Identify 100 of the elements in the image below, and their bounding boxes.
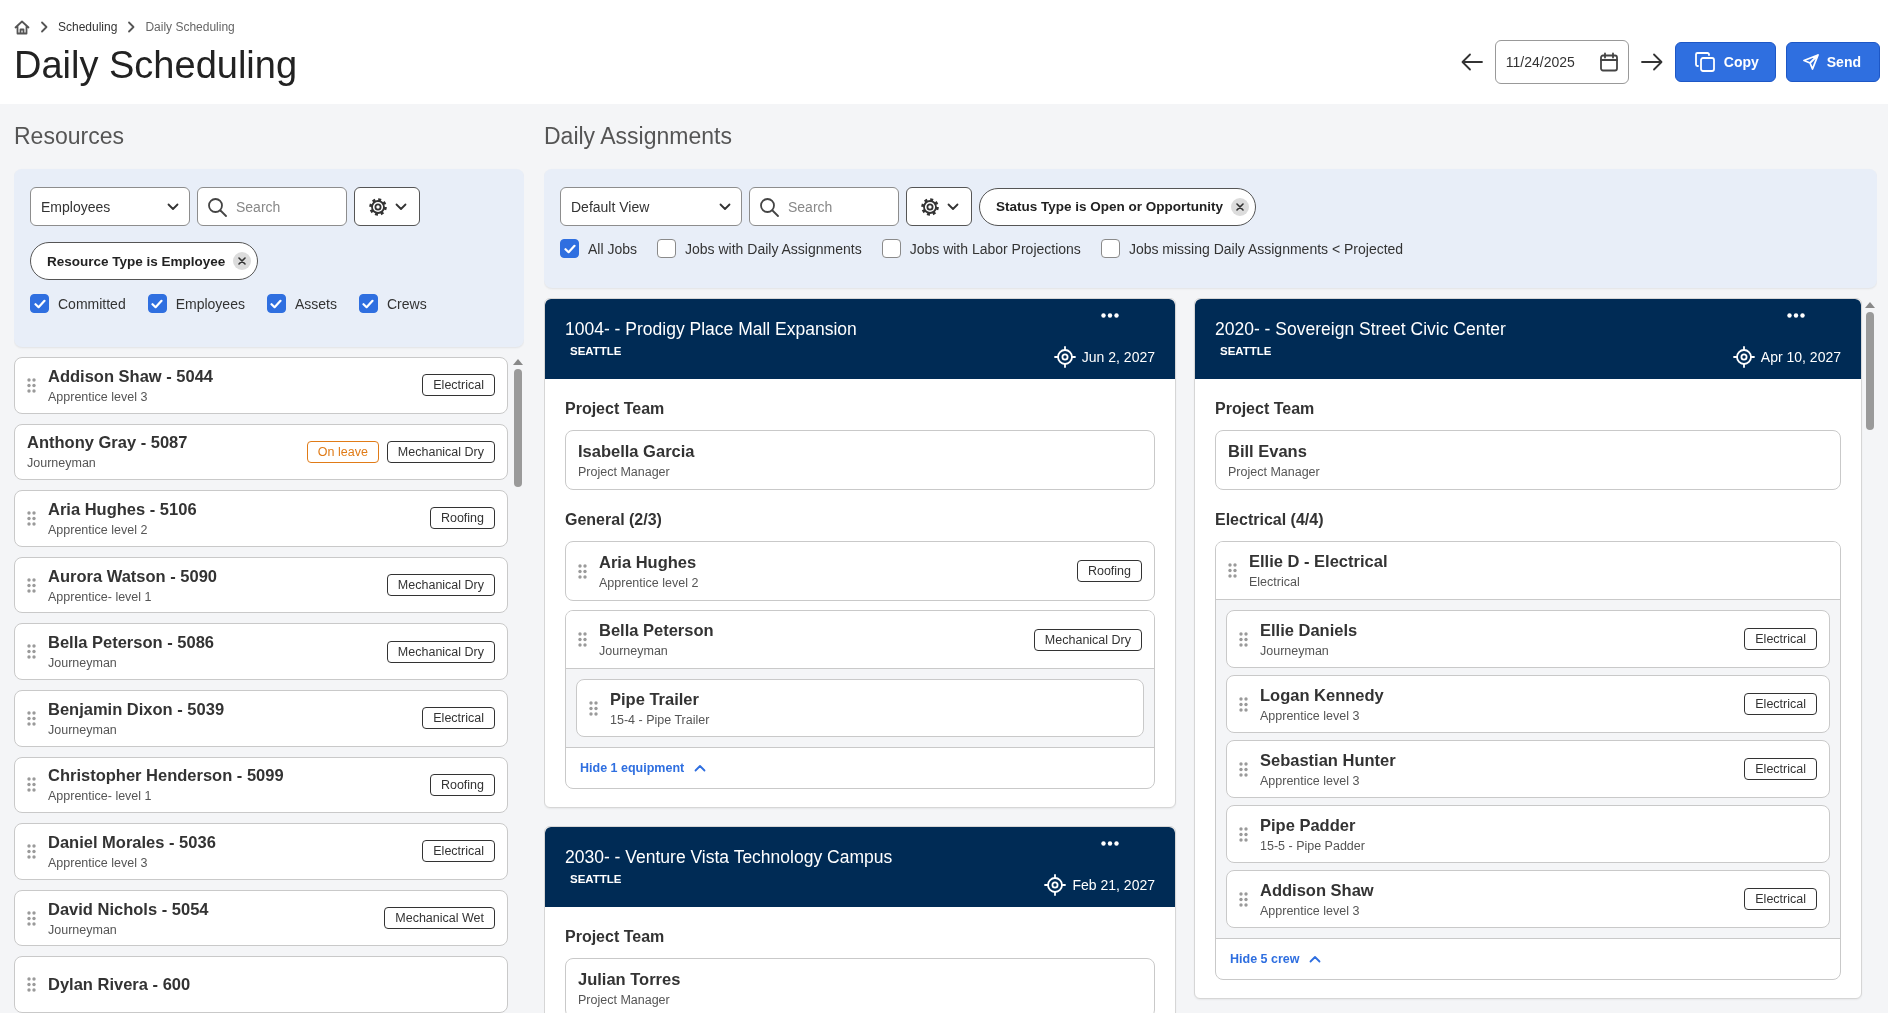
breadcrumb-link[interactable]: Scheduling [58, 20, 118, 34]
drag-handle-icon [27, 710, 36, 726]
person-name: Aria Hughes [599, 552, 698, 572]
chevron-right-icon [127, 21, 136, 33]
drag-handle-icon [578, 632, 587, 647]
caret-down-icon [167, 202, 179, 211]
assignment-card[interactable]: Logan Kennedy Apprentice level 3 Electrical [1226, 675, 1830, 733]
person-name: Bill Evans [1228, 441, 1308, 461]
checkbox-label: Jobs missing Daily Assignments < Projected [1128, 240, 1404, 257]
assignment-card[interactable]: Sebastian Hunter Apprentice level 3 Electrical [1226, 740, 1830, 798]
checkbox[interactable] [147, 294, 167, 313]
person-name: Addison Shaw - 5044 [48, 366, 215, 386]
check-icon [151, 298, 164, 309]
job-title: 2030- - Venture Vista Technology Campus [565, 847, 893, 868]
checkbox-label: Crews [386, 295, 427, 312]
assignment-card[interactable]: Aria Hughes Apprentice level 2 Roofing [565, 541, 1155, 601]
trade-tag: Roofing [429, 773, 495, 796]
search-field[interactable]: Search [197, 187, 347, 226]
person-name: Anthony Gray - 5087 [27, 433, 189, 453]
section-title: Project Team [565, 400, 666, 418]
person-role: Apprentice level 3 [48, 389, 149, 404]
arrow-right-icon [1640, 52, 1663, 71]
resource-card[interactable]: Aurora Watson - 5090 Apprentice- level 1 Mechanical Dry [14, 556, 508, 614]
person-name: Ellie Daniels [1260, 620, 1359, 640]
copy-button[interactable]: Copy [1674, 41, 1776, 82]
resource-card[interactable]: Aria Hughes - 5106 Apprentice level 2 Roofing [14, 490, 508, 547]
checkbox[interactable] [1100, 239, 1120, 258]
resource-card[interactable]: Benjamin Dixon - 5039 Journeyman Electrical [14, 689, 508, 747]
assignment-card[interactable]: Pipe Trailer 15-4 - Pipe Trailer [576, 679, 1144, 737]
resource-card[interactable]: David Nichols - 5054 Journeyman Mechanical Wet [14, 889, 508, 947]
assignment-card[interactable]: Pipe Padder 15-5 - Pipe Padder [1226, 805, 1830, 863]
toggle-link[interactable]: Hide 5 crew [1230, 952, 1322, 966]
trade-tag: Electrical [422, 840, 495, 863]
checkbox-label: All Jobs [588, 240, 638, 257]
search-field[interactable]: Search [749, 187, 899, 226]
trade-tag: Roofing [429, 507, 495, 530]
job-date: Jun 2, 2027 [1081, 349, 1155, 365]
resource-card[interactable]: Christopher Henderson - 5099 Apprentice- level 1 Roofing [14, 756, 508, 814]
person-name: Addison Shaw [1260, 880, 1375, 900]
check-icon [270, 298, 283, 309]
drag-handle-icon [27, 977, 36, 993]
trade-tag: Electrical [422, 707, 495, 730]
person-role: Journeyman [48, 722, 118, 737]
filter-chip-label: Status Type is Open or Opportunity [996, 199, 1223, 214]
toggle-link[interactable]: Hide 1 equipment [580, 761, 707, 775]
person-name: Aurora Watson - 5090 [48, 566, 218, 586]
resource-card[interactable]: Daniel Morales - 5036 Apprentice level 3 Electrical [14, 823, 508, 880]
person-role: Project Manager [578, 992, 671, 1007]
search-icon [207, 197, 227, 217]
person-name: Pipe Trailer [610, 689, 700, 709]
caret-up-icon [694, 764, 707, 772]
checkbox-label: Assets [294, 295, 337, 312]
section-title: Project Team [1215, 400, 1316, 418]
person-role: Journeyman [599, 644, 669, 658]
resource-card[interactable]: Anthony Gray - 5087 Journeyman On leave Mechanical Dry [14, 423, 508, 481]
drag-handle-icon [589, 700, 598, 716]
checkbox[interactable] [266, 294, 286, 313]
date-field[interactable]: 11/24/2025 [1494, 39, 1629, 84]
job-location: SEATTLE [569, 873, 623, 885]
trade-tag: Electrical [1744, 888, 1817, 910]
section-title: General (2/3) [565, 511, 663, 529]
section-title: Project Team [565, 928, 666, 946]
assignment-card[interactable]: Addison Shaw Apprentice level 3 Electrical [1226, 870, 1830, 928]
calendar-icon [1598, 51, 1619, 72]
person-role: Apprentice level 3 [1260, 708, 1361, 723]
checkbox[interactable] [358, 294, 378, 313]
person-role: Apprentice level 2 [48, 523, 149, 537]
view-dropdown[interactable]: Default View [560, 187, 742, 226]
checkbox[interactable] [657, 239, 677, 258]
filter-chip[interactable]: Status Type is Open or Opportunity [979, 187, 1256, 226]
person-role: Electrical [1249, 575, 1301, 589]
person-role: Journeyman [1260, 643, 1330, 658]
more-icon [1787, 313, 1805, 318]
resource-card[interactable]: Dylan Rivera - 600 [14, 956, 508, 1013]
breadcrumb-current: Daily Scheduling [145, 20, 235, 34]
status-tag: On leave [306, 440, 379, 463]
resource-card[interactable]: Bella Peterson - 5086 Journeyman Mechanical Dry [14, 623, 508, 680]
resource-card[interactable]: Addison Shaw - 5044 Apprentice level 3 Electrical [14, 357, 508, 414]
person-name: David Nichols - 5054 [48, 899, 210, 919]
assignment-card[interactable]: Ellie Daniels Journeyman Electrical [1226, 610, 1830, 668]
section-title: Electrical (4/4) [1215, 511, 1325, 529]
resource-type-dropdown[interactable]: Employees [30, 187, 190, 226]
checkbox[interactable] [881, 239, 901, 258]
settings-icon [919, 195, 941, 218]
home-link[interactable] [14, 19, 30, 35]
person-name: Sebastian Hunter [1260, 750, 1397, 770]
settings-button[interactable] [906, 187, 972, 226]
send-button[interactable]: Send [1785, 41, 1880, 82]
person-role: Project Manager [578, 464, 671, 479]
settings-button[interactable] [354, 187, 420, 226]
checkbox[interactable] [30, 294, 49, 313]
job-date: Apr 10, 2027 [1760, 349, 1841, 365]
check-icon [362, 298, 375, 309]
caret-up-icon [1309, 955, 1322, 963]
drag-handle-icon [27, 577, 36, 593]
search-icon [759, 197, 779, 217]
filter-chip[interactable]: Resource Type is Employee [30, 242, 259, 280]
remove-filter-button[interactable] [233, 252, 252, 270]
checkbox[interactable] [560, 239, 579, 258]
remove-filter-button[interactable] [1231, 197, 1249, 216]
